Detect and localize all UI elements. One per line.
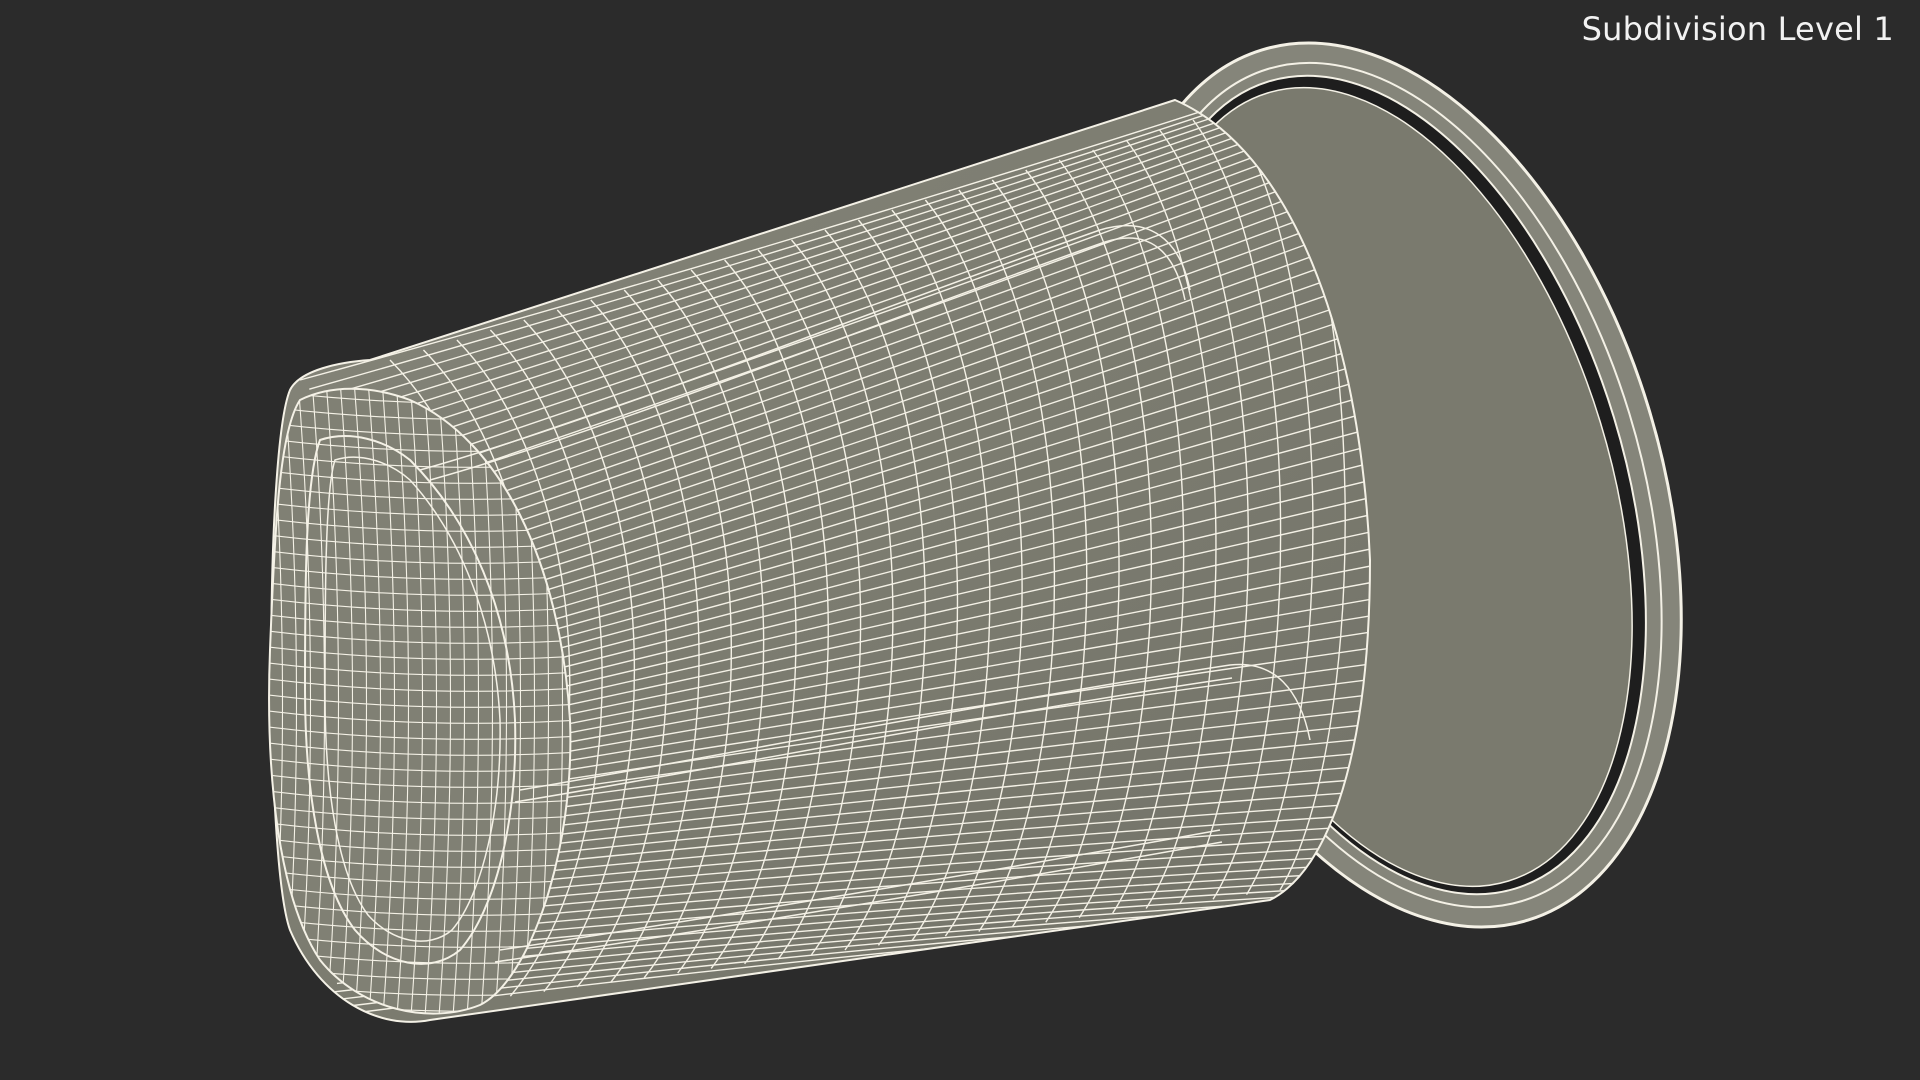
subdivision-level-label: Subdivision Level 1	[1581, 10, 1894, 48]
cup-wireframe-model[interactable]	[0, 0, 1920, 1080]
wire-line	[260, 1030, 580, 1043]
3d-viewport[interactable]: Subdivision Level 1	[0, 0, 1920, 1080]
